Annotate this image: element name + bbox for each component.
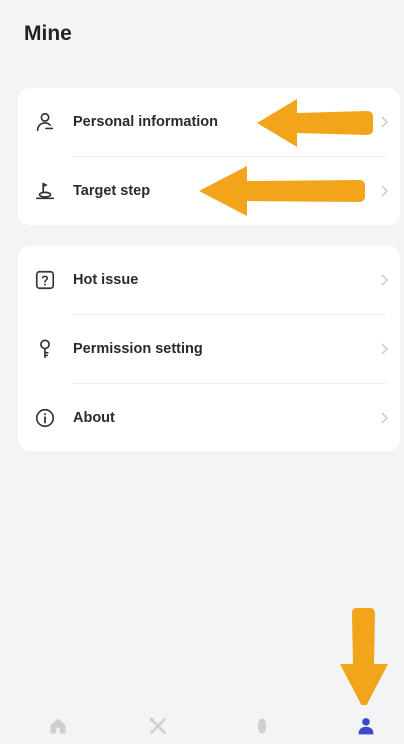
menu-item-hot-issue[interactable]: Hot issue — [18, 246, 400, 314]
chevron-right-icon — [381, 274, 389, 286]
menu-card-primary: Personal information Target step — [18, 88, 400, 225]
person-outline-icon — [36, 112, 54, 132]
chevron-right-icon — [381, 412, 389, 424]
page-title: Mine — [24, 22, 72, 45]
mine-screen: Mine Personal information Target step Ho… — [0, 0, 404, 744]
home-icon — [50, 718, 66, 734]
key-icon — [40, 339, 50, 359]
shoe-icon — [257, 718, 267, 734]
tools-icon — [149, 717, 166, 734]
menu-item-label: Personal information — [73, 114, 219, 130]
menu-item-permission-setting[interactable]: Permission setting — [18, 315, 400, 383]
info-circle-icon — [35, 408, 55, 428]
menu-item-personal-information[interactable]: Personal information — [18, 88, 400, 156]
chevron-right-icon — [381, 116, 389, 128]
tab-tools[interactable] — [145, 715, 171, 737]
menu-item-label: About — [73, 410, 115, 426]
tab-home[interactable] — [45, 715, 71, 737]
bottom-tab-bar — [0, 705, 404, 744]
menu-item-label: Hot issue — [73, 272, 139, 288]
joystick-icon — [35, 182, 55, 200]
menu-item-label: Permission setting — [73, 341, 203, 357]
chevron-right-icon — [381, 185, 389, 197]
menu-item-label: Target step — [73, 183, 151, 199]
tab-mine[interactable] — [353, 715, 379, 737]
tab-shoe[interactable] — [249, 715, 275, 737]
annotation-arrow-down-icon — [340, 608, 388, 710]
menu-card-secondary: Hot issue Permission setting About — [18, 246, 400, 451]
chevron-right-icon — [381, 343, 389, 355]
menu-item-target-step[interactable]: Target step — [18, 157, 400, 225]
person-icon — [358, 718, 374, 735]
question-box-icon — [35, 270, 55, 290]
menu-item-about[interactable]: About — [18, 384, 400, 452]
